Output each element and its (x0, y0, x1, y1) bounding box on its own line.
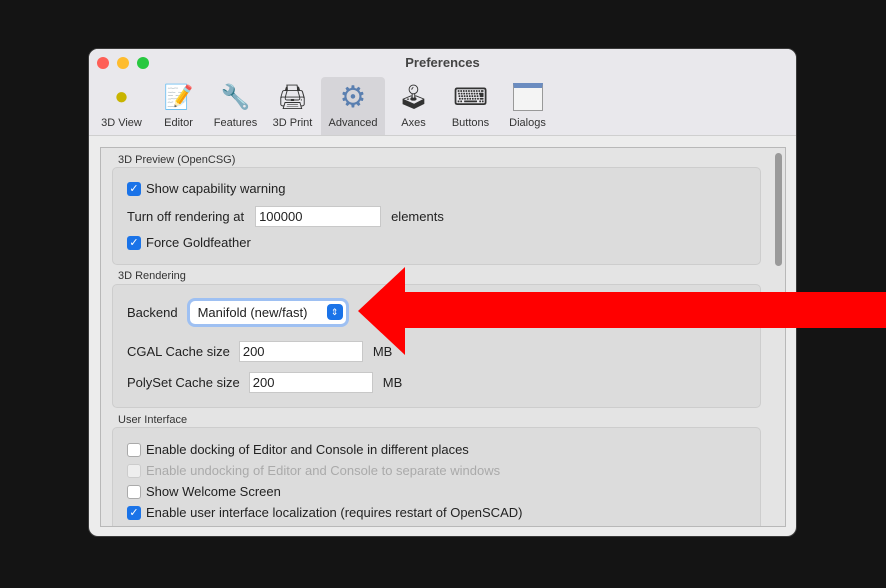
arrow-left-icon (358, 267, 886, 355)
red-arrow-annotation (358, 267, 886, 355)
